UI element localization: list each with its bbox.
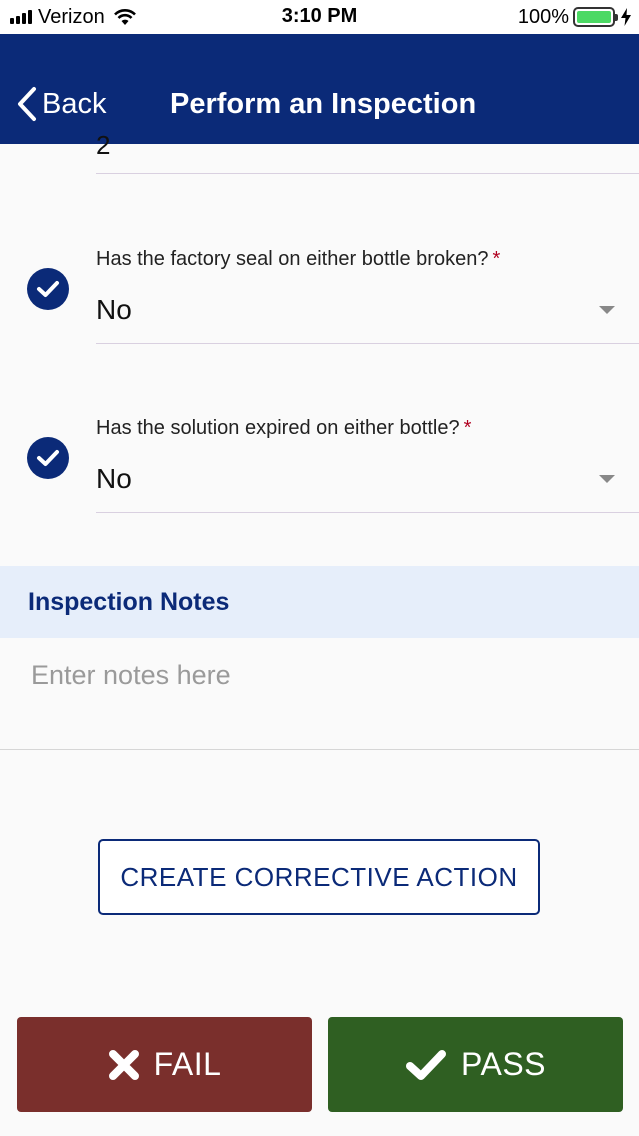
divider xyxy=(96,173,639,174)
question-text: Has the factory seal on either bottle br… xyxy=(96,248,489,270)
charging-bolt-icon xyxy=(621,8,631,26)
dropdown-caret-icon[interactable] xyxy=(599,306,615,314)
question-solution-expired: Has the solution expired on either bottl… xyxy=(0,417,639,517)
back-label: Back xyxy=(42,87,107,120)
required-marker: * xyxy=(463,417,472,439)
battery-percentage: 100% xyxy=(517,5,569,28)
divider xyxy=(96,512,639,513)
inspection-form: 2 Has the factory seal on either bottle … xyxy=(0,130,639,1136)
pass-button[interactable]: PASS xyxy=(328,1017,623,1112)
checkmark-icon xyxy=(406,1049,446,1080)
corrective-action-label: CREATE CORRECTIVE ACTION xyxy=(120,861,518,892)
fail-button[interactable]: FAIL xyxy=(17,1017,312,1112)
checkmark-icon xyxy=(27,437,69,479)
previous-answer-value: 2 xyxy=(96,130,111,160)
navigation-bar: Back Perform an Inspection xyxy=(0,34,639,144)
status-bar: Verizon 3:10 PM 100% xyxy=(0,0,639,34)
battery-icon xyxy=(573,7,618,27)
answer-dropdown[interactable]: No xyxy=(96,294,132,326)
checkmark-icon xyxy=(27,268,69,310)
notes-input[interactable] xyxy=(0,638,639,750)
dropdown-caret-icon[interactable] xyxy=(599,475,615,483)
required-marker: * xyxy=(492,248,501,270)
pass-label: PASS xyxy=(461,1046,546,1082)
x-icon xyxy=(108,1049,139,1080)
back-button[interactable]: Back xyxy=(16,84,106,124)
question-factory-seal: Has the factory seal on either bottle br… xyxy=(0,248,639,348)
status-right: 100% xyxy=(518,5,631,29)
notes-section-header: Inspection Notes xyxy=(0,566,639,638)
chevron-left-icon xyxy=(18,87,36,121)
battery-level-fill xyxy=(577,11,611,23)
fail-label: FAIL xyxy=(153,1046,222,1082)
create-corrective-action-button[interactable]: CREATE CORRECTIVE ACTION xyxy=(98,839,540,915)
notes-title: Inspection Notes xyxy=(28,587,230,616)
answer-dropdown[interactable]: No xyxy=(96,463,132,495)
divider xyxy=(96,343,639,344)
question-text: Has the solution expired on either bottl… xyxy=(96,417,460,439)
question-label: Has the solution expired on either bottl… xyxy=(96,417,471,440)
question-label: Has the factory seal on either bottle br… xyxy=(96,248,500,271)
page-title: Perform an Inspection xyxy=(170,88,477,120)
